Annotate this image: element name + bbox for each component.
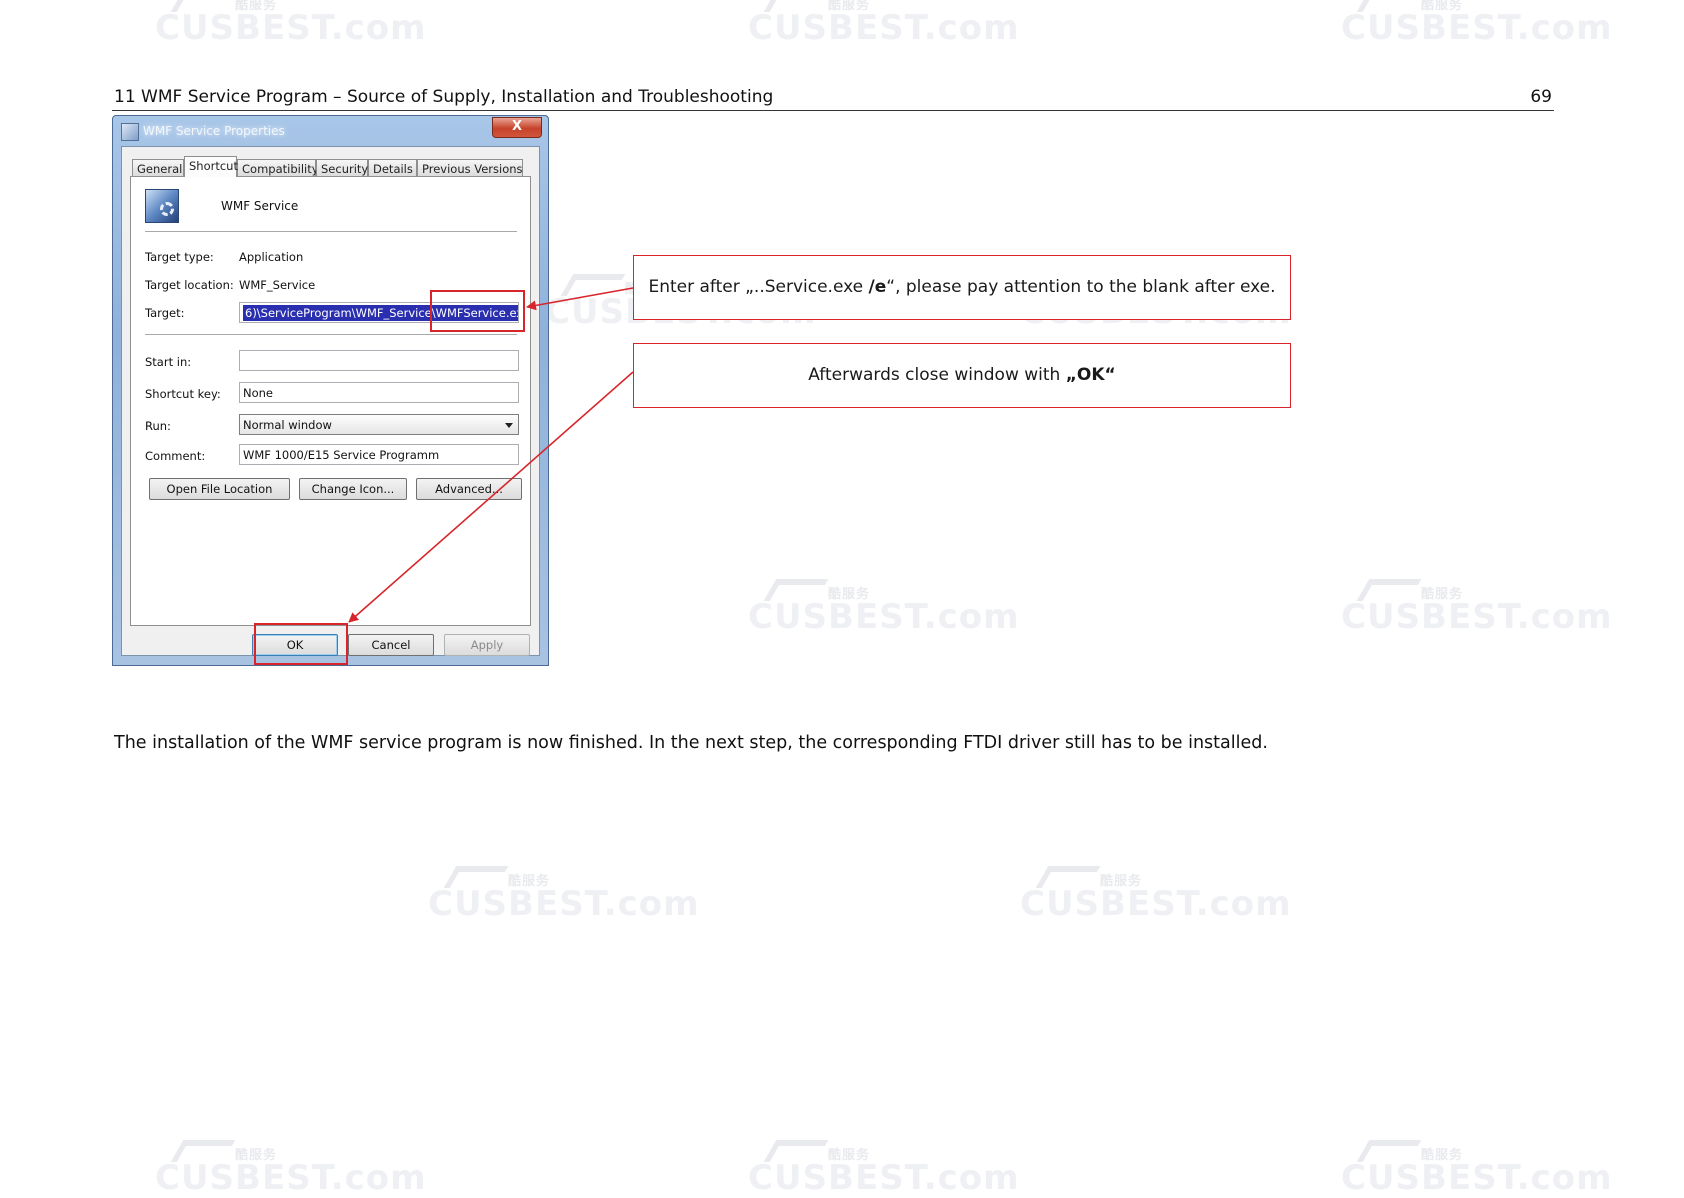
- watermark: 酷服务CUSBEST.com: [155, 0, 427, 48]
- cancel-button[interactable]: Cancel: [348, 634, 434, 656]
- comment-label: Comment:: [145, 449, 206, 463]
- dialog-title: WMF Service Properties: [143, 124, 285, 138]
- ok-highlight-box: [254, 623, 348, 665]
- watermark: 酷服务CUSBEST.com: [428, 866, 700, 924]
- tab-compatibility[interactable]: Compatibility: [237, 159, 319, 176]
- target-location-label: Target location:: [145, 278, 234, 292]
- callout-text-bold: /e: [868, 277, 887, 297]
- callout-text: Enter after „..Service.exe: [648, 277, 869, 297]
- watermark: 酷服务CUSBEST.com: [1020, 866, 1292, 924]
- target-type-label: Target type:: [145, 250, 214, 264]
- watermark: 酷服务CUSBEST.com: [748, 579, 1020, 637]
- tab-security[interactable]: Security: [316, 159, 368, 176]
- close-button[interactable]: X: [492, 117, 542, 138]
- dialog-client: General Shortcut Compatibility Security …: [121, 146, 540, 656]
- divider: [145, 334, 517, 335]
- target-location-value: WMF_Service: [239, 278, 316, 292]
- page-header: 11 WMF Service Program – Source of Suppl…: [112, 84, 1554, 111]
- page-header-title: 11 WMF Service Program – Source of Suppl…: [114, 87, 774, 107]
- page-number: 69: [1530, 87, 1552, 107]
- open-file-location-button[interactable]: Open File Location: [149, 478, 290, 500]
- comment-input[interactable]: WMF 1000/E15 Service Programm: [239, 444, 519, 465]
- watermark: 酷服务CUSBEST.com: [1341, 579, 1613, 637]
- chevron-down-icon: [505, 423, 513, 428]
- run-select[interactable]: Normal window: [239, 414, 519, 435]
- watermark: 酷服务CUSBEST.com: [748, 1140, 1020, 1198]
- watermark: 酷服务CUSBEST.com: [155, 1140, 427, 1198]
- tab-general[interactable]: General: [132, 159, 184, 176]
- app-name: WMF Service: [221, 199, 299, 213]
- tab-shortcut[interactable]: Shortcut: [184, 156, 238, 177]
- tab-previous-versions[interactable]: Previous Versions: [417, 159, 523, 176]
- divider: [145, 231, 517, 232]
- target-highlight-box: [430, 290, 525, 332]
- watermark: 酷服务CUSBEST.com: [1341, 1140, 1613, 1198]
- tab-details[interactable]: Details: [368, 159, 417, 176]
- shortcut-panel: WMF Service Target type: Application Tar…: [130, 176, 531, 626]
- callout-close-ok: Afterwards close window with „OK“: [633, 343, 1291, 408]
- shortcut-key-label: Shortcut key:: [145, 387, 221, 401]
- callout-enter-after: Enter after „..Service.exe /e“, please p…: [633, 255, 1291, 320]
- start-in-input[interactable]: [239, 350, 519, 371]
- callout-text: Afterwards close window with: [808, 365, 1066, 385]
- app-icon-small: [121, 123, 139, 141]
- watermark: 酷服务CUSBEST.com: [1341, 0, 1613, 48]
- advanced-button[interactable]: Advanced...: [416, 478, 522, 500]
- target-type-value: Application: [239, 250, 304, 264]
- target-label: Target:: [145, 306, 185, 320]
- watermark: 酷服务CUSBEST.com: [748, 0, 1020, 48]
- run-label: Run:: [145, 419, 171, 433]
- close-icon: X: [511, 119, 523, 134]
- properties-dialog: WMF Service Properties X General Shortcu…: [112, 115, 549, 666]
- change-icon-button[interactable]: Change Icon...: [299, 478, 407, 500]
- callout-text-bold: „OK“: [1065, 365, 1116, 385]
- shortcut-key-input[interactable]: None: [239, 382, 519, 403]
- wmf-service-icon: [145, 189, 179, 223]
- start-in-label: Start in:: [145, 355, 192, 369]
- callout-text: “, please pay attention to the blank aft…: [886, 277, 1276, 297]
- apply-button[interactable]: Apply: [444, 634, 530, 656]
- run-select-value: Normal window: [243, 418, 332, 432]
- body-paragraph: The installation of the WMF service prog…: [114, 733, 1268, 753]
- dialog-titlebar[interactable]: WMF Service Properties X: [113, 116, 548, 146]
